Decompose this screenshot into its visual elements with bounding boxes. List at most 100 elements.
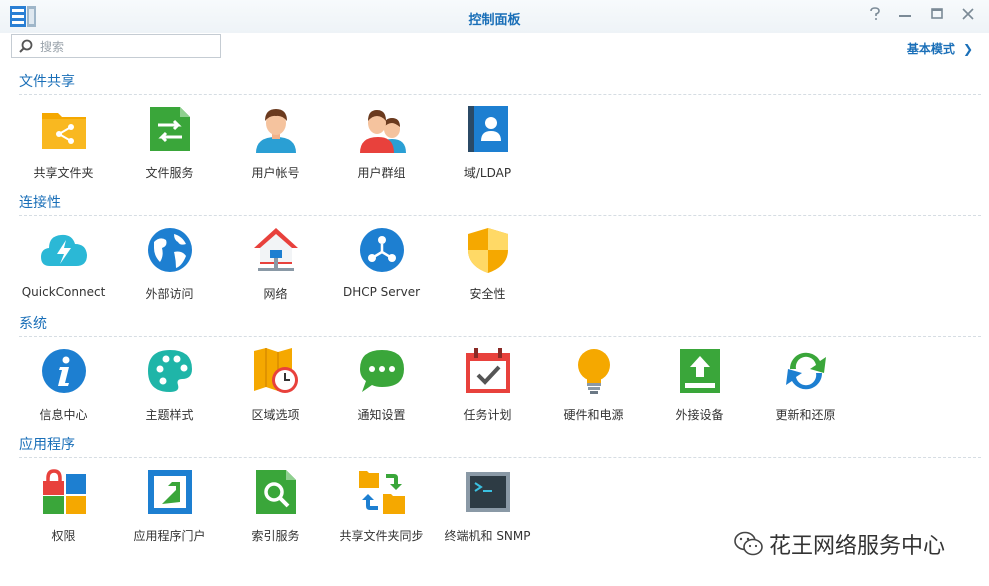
- close-button[interactable]: [959, 7, 977, 25]
- item-domain-ldap[interactable]: 域/LDAP: [435, 105, 540, 181]
- file-services-icon: [149, 107, 190, 151]
- item-network[interactable]: 网络: [223, 226, 328, 302]
- privileges-lock-icon: [42, 469, 86, 514]
- globe-icon: [147, 228, 192, 272]
- domain-ldap-icon: [467, 106, 508, 152]
- section-title: 系统: [19, 316, 47, 332]
- section-title: 应用程序: [19, 437, 75, 453]
- maximize-icon: [931, 8, 943, 19]
- folder-sync-icon: [358, 471, 405, 514]
- network-house-icon: [253, 228, 298, 271]
- maximize-button[interactable]: [928, 7, 946, 25]
- search-input[interactable]: [38, 37, 218, 57]
- wechat-icon: [734, 531, 763, 556]
- item-privileges[interactable]: 权限: [11, 468, 116, 544]
- item-label: 网络: [263, 287, 288, 301]
- item-label: 任务计划: [463, 408, 512, 422]
- item-label: 硬件和电源: [563, 408, 624, 422]
- chat-bubble-icon: [359, 350, 404, 392]
- section-connectivity: 连接性 QuickConnect 外部访问 网络 DHCP Server 安全性: [19, 192, 981, 301]
- section-divider: [19, 336, 981, 337]
- section-divider: [19, 457, 981, 458]
- item-external-access[interactable]: 外部访问: [117, 226, 222, 302]
- shared-folder-icon: [41, 113, 86, 149]
- item-label: 索引服务: [251, 529, 300, 543]
- light-bulb-icon: [577, 349, 610, 394]
- external-drive-icon: [679, 349, 720, 393]
- item-quickconnect[interactable]: QuickConnect: [11, 226, 116, 299]
- item-dhcp-server[interactable]: DHCP Server: [329, 226, 434, 299]
- user-icon: [255, 109, 296, 153]
- section-title: 文件共享: [19, 74, 75, 90]
- watermark-text: 花王网络服务中心: [769, 534, 946, 559]
- dhcp-server-icon: [359, 228, 404, 272]
- help-icon: [870, 7, 880, 20]
- item-update-restore[interactable]: 更新和还原: [753, 347, 858, 423]
- application-portal-icon: [147, 470, 192, 514]
- section-system: 系统 信息中心 主题样式 区域选项 通知设置 任务计划 硬件和电源 外接设备 更…: [19, 313, 981, 422]
- item-label: 用户群组: [357, 166, 406, 180]
- item-label: 区域选项: [251, 408, 300, 422]
- item-shared-folder-sync[interactable]: 共享文件夹同步: [329, 468, 434, 544]
- info-icon: [41, 349, 86, 393]
- indexing-magnifier-icon: [255, 470, 296, 514]
- basic-mode-link[interactable]: 基本模式 ❯: [907, 40, 973, 57]
- item-label: 文件服务: [145, 166, 194, 180]
- map-clock-icon: [253, 348, 298, 393]
- item-label: 终端机和 SNMP: [444, 529, 531, 543]
- item-label: 通知设置: [357, 408, 406, 422]
- item-label: 权限: [51, 529, 76, 543]
- minimize-icon: [899, 15, 911, 17]
- section-divider: [19, 215, 981, 216]
- palette-icon: [147, 350, 192, 392]
- search-icon: [19, 39, 33, 53]
- item-label: DHCP Server: [342, 285, 421, 299]
- title-bar: 控制面板: [0, 0, 989, 33]
- item-notification[interactable]: 通知设置: [329, 347, 434, 423]
- item-label: 更新和还原: [775, 408, 836, 422]
- item-security[interactable]: 安全性: [435, 226, 540, 302]
- item-label: 共享文件夹: [33, 166, 94, 180]
- section-file-sharing: 文件共享 共享文件夹 文件服务 用户帐号 用户群组 域/LDAP: [19, 71, 981, 180]
- item-label: 安全性: [469, 287, 506, 301]
- section-applications: 应用程序 权限 应用程序门户 索引服务 共享文件夹同步 终端机和 SNMP: [19, 434, 981, 543]
- minimize-button[interactable]: [896, 7, 914, 25]
- item-hardware-power[interactable]: 硬件和电源: [541, 347, 646, 423]
- item-regional-options[interactable]: 区域选项: [223, 347, 328, 423]
- item-terminal-snmp[interactable]: 终端机和 SNMP: [435, 468, 540, 544]
- item-info-center[interactable]: 信息中心: [11, 347, 116, 423]
- item-label: 共享文件夹同步: [339, 529, 424, 543]
- item-label: 主题样式: [145, 408, 194, 422]
- terminal-icon: [465, 472, 510, 512]
- shield-icon: [467, 228, 508, 273]
- item-label: 外部访问: [145, 287, 194, 301]
- item-theme[interactable]: 主题样式: [117, 347, 222, 423]
- item-shared-folder[interactable]: 共享文件夹: [11, 105, 116, 181]
- refresh-icon: [785, 352, 826, 390]
- item-label: 用户帐号: [251, 166, 300, 180]
- item-label: 应用程序门户: [133, 529, 206, 543]
- watermark: 花王网络服务中心: [733, 528, 945, 560]
- item-label: 外接设备: [675, 408, 724, 422]
- section-divider: [19, 94, 981, 95]
- basic-mode-label: 基本模式: [906, 42, 955, 56]
- item-task-scheduler[interactable]: 任务计划: [435, 347, 540, 423]
- help-button[interactable]: [866, 7, 884, 25]
- user-group-icon: [359, 110, 406, 153]
- chevron-right-icon: ❯: [962, 42, 973, 56]
- calendar-check-icon: [465, 348, 510, 393]
- item-label: 域/LDAP: [463, 166, 512, 180]
- item-label: QuickConnect: [21, 285, 106, 299]
- item-user-group[interactable]: 用户群组: [329, 105, 434, 181]
- close-icon: [962, 8, 974, 20]
- quickconnect-cloud-icon: [40, 234, 87, 266]
- item-indexing-service[interactable]: 索引服务: [223, 468, 328, 544]
- window-title: 控制面板: [468, 13, 521, 28]
- item-user-account[interactable]: 用户帐号: [223, 105, 328, 181]
- item-external-devices[interactable]: 外接设备: [647, 347, 752, 423]
- item-file-services[interactable]: 文件服务: [117, 105, 222, 181]
- section-title: 连接性: [19, 195, 61, 211]
- item-application-portal[interactable]: 应用程序门户: [117, 468, 222, 544]
- search-box[interactable]: [11, 34, 221, 58]
- item-label: 信息中心: [39, 408, 88, 422]
